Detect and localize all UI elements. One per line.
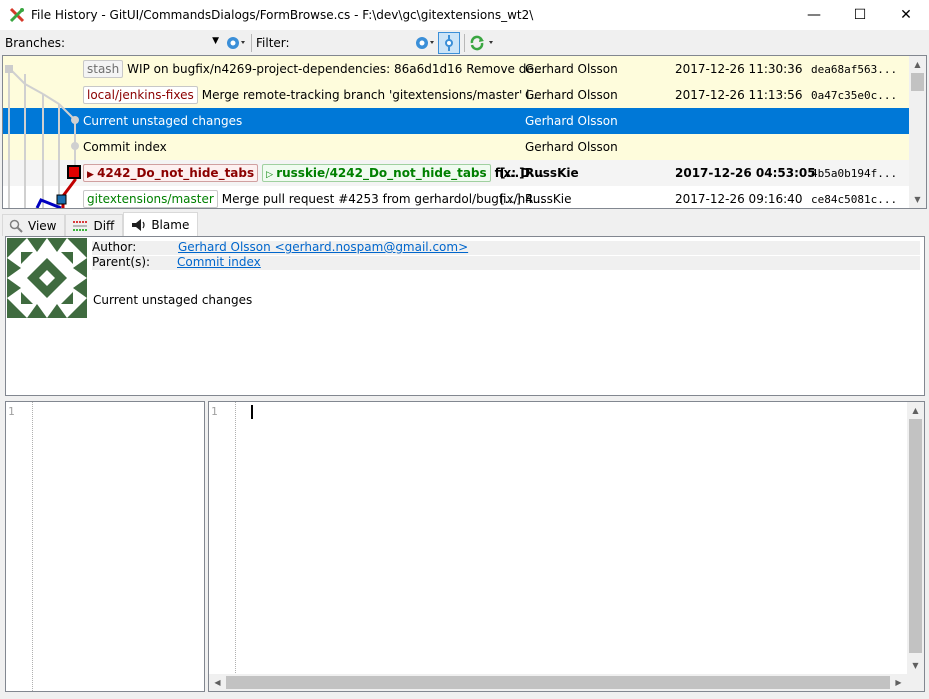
commit-message: Commit index [83,140,167,154]
filter-settings-button[interactable] [414,32,436,54]
toolbar: Branches: ▼ Filter: [0,30,929,55]
minimize-button[interactable]: — [791,0,837,30]
scroll-up-icon[interactable]: ▲ [907,402,924,419]
editor-vertical-scrollbar[interactable]: ▲ ▼ [907,402,924,674]
ref-label: stash [83,60,124,78]
title-bar: File History - GitUI/CommandsDialogs/For… [0,0,929,30]
gear-icon [227,36,246,49]
revision-row-selected[interactable]: Current unstaged changes Gerhard Olsson [3,108,911,134]
minimize-icon: — [807,7,821,23]
revision-row[interactable]: ▶ 4242_Do_not_hide_tabs ▷ russkie/4242_Do… [3,160,911,186]
branch-settings-button[interactable] [225,32,247,54]
refresh-button[interactable] [469,32,495,54]
gutter-divider [235,402,236,691]
commit-node-icon [444,34,453,51]
close-icon: ✕ [900,7,912,23]
refresh-icon [470,35,493,50]
remote-arrow-icon: ▷ [266,170,277,180]
commit-author: Gerhard Olsson [525,62,618,76]
git-extensions-logo-icon [9,7,25,23]
ref-label: gitextensions/master [83,190,218,208]
parents-link[interactable]: Commit index [177,255,261,269]
commit-hash: 0a47c35e0c... [811,88,898,102]
revision-row[interactable]: Commit index Gerhard Olsson [3,134,911,160]
tab-label: Diff [93,218,115,233]
more-indicator: [...] [500,192,521,206]
magnifier-icon [9,219,23,233]
commit-message: Merge pull request #4253 from gerhardol/… [221,192,545,206]
ref-label: local/jenkins-fixes [83,86,198,104]
ref-label: ▷ russkie/4242_Do_not_hide_tabs [262,164,491,182]
window-title: File History - GitUI/CommandsDialogs/For… [31,8,534,22]
branch-arrow-icon: ▶ [87,170,98,180]
line-number: 1 [8,405,15,418]
tab-view[interactable]: View [2,214,66,236]
branches-dropdown[interactable]: ▼ [69,33,219,53]
scroll-thumb[interactable] [909,419,922,653]
revision-row[interactable]: stash WIP on bugfix/n4269-project-depende… [3,56,911,82]
diff-icon [73,220,88,231]
commit-hash: 4b5a0b194f... [811,166,898,180]
gear-icon [415,36,434,49]
detail-tabs: View Diff Blame [2,212,199,236]
editor-horizontal-scrollbar[interactable]: ◀ ▶ [209,674,924,691]
show-first-parent-button[interactable] [437,31,460,54]
parents-row: Parent(s): Commit index [92,255,920,270]
revision-row[interactable]: gitextensions/master Merge pull request #… [3,186,911,208]
toolbar-separator [463,33,465,52]
scroll-thumb[interactable] [911,73,924,91]
parents-label: Parent(s): [92,255,151,269]
ref-label: ▶ 4242_Do_not_hide_tabs [83,164,259,182]
commit-message-text: Current unstaged changes [93,293,253,307]
scroll-thumb[interactable] [226,676,890,689]
commit-message: Current unstaged changes [83,114,243,128]
commit-message: Merge remote-tracking branch 'gitextensi… [201,88,541,102]
commit-hash: ce84c5081c... [811,192,898,206]
line-number: 1 [211,405,218,418]
scroll-down-icon[interactable]: ▼ [909,191,926,208]
scroll-left-icon[interactable]: ◀ [209,674,226,691]
author-row: Author: Gerhard Olsson <gerhard.nospam@g… [92,240,920,255]
window-controls: — ☐ ✕ [791,0,929,30]
chevron-down-icon: ▼ [212,35,220,46]
tab-label: Blame [151,217,190,232]
commit-author: RussKie [525,192,572,206]
maximize-icon: ☐ [853,7,867,23]
commit-date: 2017-12-26 11:30:36 [675,62,803,76]
commit-date: 2017-12-26 11:13:56 [675,88,803,102]
more-indicator: [...] [500,166,525,180]
toolbar-separator [251,33,253,52]
scroll-right-icon[interactable]: ▶ [890,674,907,691]
revision-row[interactable]: local/jenkins-fixes Merge remote-tracking… [3,82,911,108]
blame-commit-pane[interactable]: 1 [5,401,205,692]
gutter-divider [32,402,33,691]
commit-author: RussKie [525,166,579,180]
commit-date: 2017-12-26 09:16:40 [675,192,803,206]
blame-icon [132,218,145,231]
close-button[interactable]: ✕ [883,0,929,30]
tab-diff[interactable]: Diff [65,214,124,236]
avatar [7,238,87,318]
grid-vertical-scrollbar[interactable]: ▲ ▼ [909,56,926,208]
commit-author: Gerhard Olsson [525,88,618,102]
blame-code-editor[interactable]: 1 ▲ ▼ ◀ ▶ [208,401,925,692]
commit-hash: dea68af563... [811,62,898,76]
commit-author: Gerhard Olsson [525,114,618,128]
maximize-button[interactable]: ☐ [837,0,883,30]
author-link[interactable]: Gerhard Olsson <gerhard.nospam@gmail.com… [178,240,468,254]
branches-label: Branches: [5,35,66,50]
scroll-up-icon[interactable]: ▲ [909,56,926,73]
scroll-down-icon[interactable]: ▼ [907,657,924,674]
text-caret [251,405,253,419]
commit-message: WIP on bugfix/n4269-project-dependencies… [127,62,546,76]
commit-info-panel: Author: Gerhard Olsson <gerhard.nospam@g… [5,236,925,396]
revision-graph [5,65,81,208]
commit-author: Gerhard Olsson [525,140,618,154]
tab-label: View [28,218,57,233]
filter-label: Filter: [256,35,290,50]
tab-blame[interactable]: Blame [123,212,199,236]
commit-date: 2017-12-26 04:53:05 [675,166,816,180]
revision-grid[interactable]: stash WIP on bugfix/n4269-project-depende… [2,55,927,209]
author-label: Author: [92,240,137,254]
